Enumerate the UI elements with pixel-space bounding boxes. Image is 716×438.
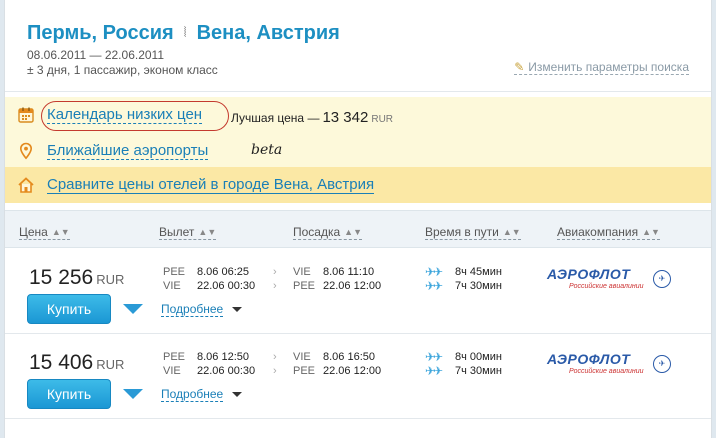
sort-arrows-icon: ▲▼: [198, 227, 217, 237]
nearby-airports-link[interactable]: Ближайшие аэропорты: [47, 142, 209, 160]
airline-name: АЭРОФЛОТ: [547, 351, 631, 367]
best-price-label: Лучшая цена —: [231, 111, 320, 125]
buy-button[interactable]: Купить: [27, 294, 111, 324]
edit-search-label: Изменить параметры поиска: [528, 60, 689, 74]
promo-row-hotels: Сравните цены отелей в городе Вена, Авст…: [5, 167, 711, 203]
skyteam-badge-icon: ✈: [653, 355, 671, 373]
best-price: Лучшая цена —13 342 RUR: [231, 109, 393, 126]
beta-label: beta: [251, 142, 283, 158]
airline-subtitle: Российские авиалинии: [569, 283, 644, 290]
column-arrival-label: Посадка: [293, 225, 341, 239]
results-table-header: Цена ▲▼ Вылет ▲▼ Посадка ▲▼ Время в пути ▲▼ …: [5, 210, 711, 248]
expand-options-icon[interactable]: [123, 389, 143, 399]
chevron-right-icon: ›: [273, 351, 277, 363]
edit-search-link[interactable]: ✎ Изменить параметры поиска: [514, 60, 689, 75]
leg-departure-time: 22.06 00:30: [197, 280, 256, 292]
leg-destination-code: PEE: [293, 280, 316, 292]
house-icon: [17, 176, 35, 194]
sort-arrows-icon: ▲▼: [51, 227, 70, 237]
leg-arrival-time: 8.06 16:50: [323, 351, 375, 363]
low-price-calendar-link[interactable]: Календарь низких цен: [47, 106, 203, 124]
leg-destination-code: VIE: [293, 351, 311, 363]
caret-down-icon[interactable]: [232, 307, 242, 312]
column-departure-label: Вылет: [159, 225, 195, 239]
leg-duration: 7ч 30мин: [455, 280, 502, 292]
search-params: ± 3 дня, 1 пассажир, эконом класс: [27, 63, 218, 77]
leg-departure-time: 8.06 06:25: [197, 266, 249, 278]
chevron-right-icon: ›: [273, 365, 277, 377]
chevron-right-icon: ›: [273, 266, 277, 278]
leg-departure-time: 8.06 12:50: [197, 351, 249, 363]
column-price-label: Цена: [19, 225, 48, 239]
travel-dates: 08.06.2011 — 22.06.2011: [27, 48, 165, 62]
leg-duration: 8ч 00мин: [455, 351, 502, 363]
leg-destination-code: PEE: [293, 365, 316, 377]
search-summary-header: Пермь, Россия ⦚ Вена, Австрия 08.06.2011 —…: [5, 0, 711, 92]
result-price: 15 256 RUR: [29, 266, 124, 290]
leg-origin-code: VIE: [163, 280, 181, 292]
best-price-currency: RUR: [371, 114, 394, 125]
location-pin-icon: [17, 142, 35, 160]
result-row: 15 256 RUR Купить Подробнее PEE 8.06 06:2…: [5, 250, 711, 334]
sort-arrows-icon: ▲▼: [502, 227, 521, 237]
airline-name: АЭРОФЛОТ: [547, 266, 631, 282]
caret-down-icon[interactable]: [232, 392, 242, 397]
airplane-icon: ✈✈: [425, 279, 443, 293]
leg-arrival-time: 8.06 11:10: [323, 266, 375, 278]
destination-city: Вена, Австрия: [196, 22, 340, 44]
search-results-page: Пермь, Россия ⦚ Вена, Австрия 08.06.2011 —…: [4, 0, 712, 438]
expand-options-icon[interactable]: [123, 304, 143, 314]
column-airline-label: Авиакомпания: [557, 225, 639, 239]
leg-duration: 7ч 30мин: [455, 365, 502, 377]
result-price: 15 406 RUR: [29, 351, 124, 375]
promo-row-calendar: Календарь низких цен Лучшая цена —13 342…: [5, 97, 711, 131]
sort-by-arrival[interactable]: Посадка ▲▼: [293, 225, 362, 240]
airline-subtitle: Российские авиалинии: [569, 368, 644, 375]
skyteam-badge-icon: ✈: [653, 270, 671, 288]
leg-departure-time: 22.06 00:30: [197, 365, 256, 377]
sort-by-duration[interactable]: Время в пути ▲▼: [425, 225, 521, 240]
leg-origin-code: PEE: [163, 266, 186, 278]
promo-panel: Календарь низких цен Лучшая цена —13 342…: [5, 97, 711, 203]
origin-city: Пермь, Россия: [27, 22, 174, 44]
sort-by-departure[interactable]: Вылет ▲▼: [159, 225, 217, 240]
buy-button[interactable]: Купить: [27, 379, 111, 409]
airline-logo: АЭРОФЛОТ Российские авиалинии ✈: [547, 349, 677, 383]
airplane-icon: ✈✈: [425, 364, 443, 378]
leg-duration: 8ч 45мин: [455, 266, 502, 278]
price-currency: RUR: [96, 272, 125, 287]
airplane-icon: ✈✈: [425, 350, 443, 364]
details-link[interactable]: Подробнее: [161, 387, 224, 402]
sort-arrows-icon: ▲▼: [344, 227, 362, 237]
leg-origin-code: PEE: [163, 351, 186, 363]
promo-row-airports: Ближайшие аэропорты beta: [5, 133, 711, 167]
sort-arrows-icon: ▲▼: [642, 227, 660, 237]
pencil-icon: ✎: [514, 60, 525, 74]
details-link[interactable]: Подробнее: [161, 302, 224, 317]
price-currency: RUR: [96, 357, 125, 372]
route-title: Пермь, Россия ⦚ Вена, Австрия: [27, 22, 340, 45]
best-price-value: 13 342: [322, 109, 369, 126]
calendar-icon: [17, 106, 35, 124]
price-value: 15 256: [29, 266, 94, 289]
airline-logo: АЭРОФЛОТ Российские авиалинии ✈: [547, 264, 677, 298]
leg-destination-code: VIE: [293, 266, 311, 278]
airplane-icon: ✈✈: [425, 265, 443, 279]
price-value: 15 406: [29, 351, 94, 374]
sort-by-airline[interactable]: Авиакомпания ▲▼: [557, 225, 660, 240]
result-row: 15 406 RUR Купить Подробнее PEE 8.06 12:5…: [5, 335, 711, 419]
chevron-right-icon: ›: [273, 280, 277, 292]
compare-hotels-link[interactable]: Сравните цены отелей в городе Вена, Авст…: [47, 176, 375, 194]
leg-arrival-time: 22.06 12:00: [323, 365, 382, 377]
leg-origin-code: VIE: [163, 365, 181, 377]
route-separator-icon: ⦚: [183, 24, 187, 40]
sort-by-price[interactable]: Цена ▲▼: [19, 225, 70, 240]
leg-arrival-time: 22.06 12:00: [323, 280, 382, 292]
column-duration-label: Время в пути: [425, 225, 499, 239]
